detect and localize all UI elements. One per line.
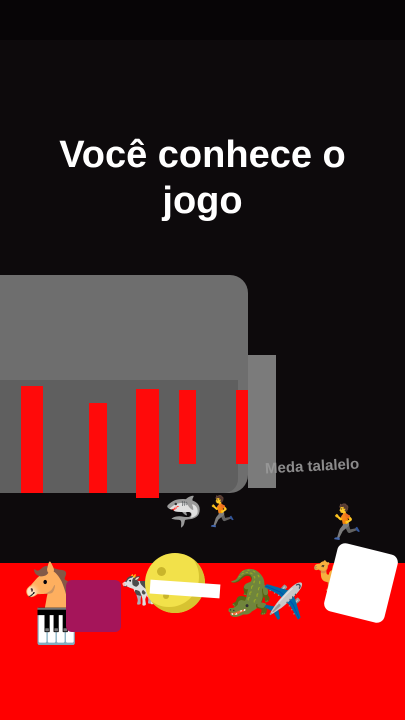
purple-box: [66, 580, 121, 632]
game-stage: Você conhece o jogo Meda talalelo 🦈🏃 🏃 🐴…: [0, 0, 405, 720]
red-bar: [236, 390, 248, 464]
top-band: [0, 0, 405, 40]
red-bar: [21, 386, 43, 493]
red-bar: [136, 389, 159, 498]
red-bar: [89, 403, 107, 493]
watermark-text: Meda talalelo: [264, 455, 360, 478]
red-bar: [179, 390, 196, 464]
game-title: Você conhece o jogo: [59, 134, 346, 222]
airplane-sprite: ✈️: [262, 582, 305, 622]
runner-sprite: 🏃: [324, 503, 367, 543]
shark-runner-sprite: 🦈🏃: [165, 495, 240, 530]
